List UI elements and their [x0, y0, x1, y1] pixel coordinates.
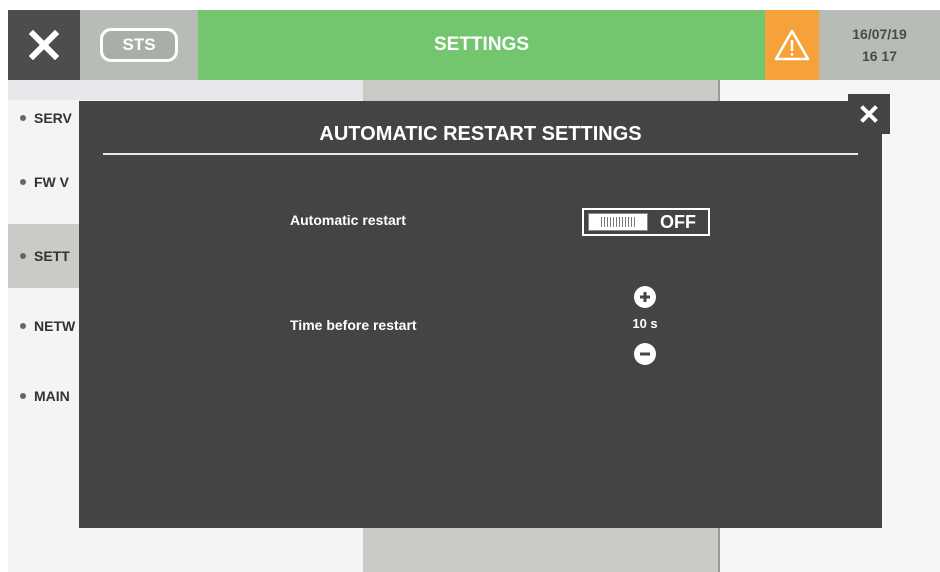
sidebar-item-label: FW V	[34, 174, 69, 190]
automatic-restart-label: Automatic restart	[290, 212, 406, 228]
close-icon	[860, 105, 878, 123]
modal-close-button[interactable]	[848, 94, 890, 134]
sidebar-item-label: NETW	[34, 318, 76, 334]
sidebar-item-label: SETT	[34, 248, 70, 264]
bullet-icon	[20, 179, 26, 185]
screen: STS SETTINGS 16/07/19 16 17 SERV FW V SE…	[8, 10, 940, 572]
settings-modal: AUTOMATIC RESTART SETTINGS	[79, 101, 882, 528]
toggle-knob	[588, 213, 648, 231]
time-before-restart-label: Time before restart	[290, 317, 417, 333]
bullet-icon	[20, 393, 26, 399]
toggle-state: OFF	[660, 211, 696, 232]
increase-button[interactable]	[634, 286, 656, 308]
header: STS SETTINGS 16/07/19 16 17	[8, 10, 940, 80]
sidebar-item-label: MAIN	[34, 388, 70, 404]
modal-divider	[103, 153, 858, 155]
warning-button[interactable]	[765, 10, 819, 80]
bullet-icon	[20, 253, 26, 259]
date-text: 16/07/19	[852, 26, 907, 42]
warning-icon	[774, 29, 810, 61]
exit-button[interactable]	[8, 10, 80, 80]
datetime: 16/07/19 16 17	[819, 10, 940, 80]
sts-area: STS	[80, 10, 198, 80]
decrease-button[interactable]	[634, 343, 656, 365]
bullet-icon	[20, 323, 26, 329]
sts-button[interactable]: STS	[100, 28, 178, 62]
page-title: SETTINGS	[198, 10, 765, 80]
time-text: 16 17	[861, 48, 898, 64]
time-before-restart-value: 10 s	[632, 316, 658, 331]
close-icon	[29, 30, 59, 60]
sidebar-item-label: SERV	[34, 110, 72, 126]
plus-icon	[640, 292, 650, 302]
bullet-icon	[20, 115, 26, 121]
modal-title: AUTOMATIC RESTART SETTINGS	[319, 123, 642, 145]
minus-icon	[640, 352, 650, 356]
automatic-restart-toggle[interactable]: OFF	[582, 208, 710, 236]
